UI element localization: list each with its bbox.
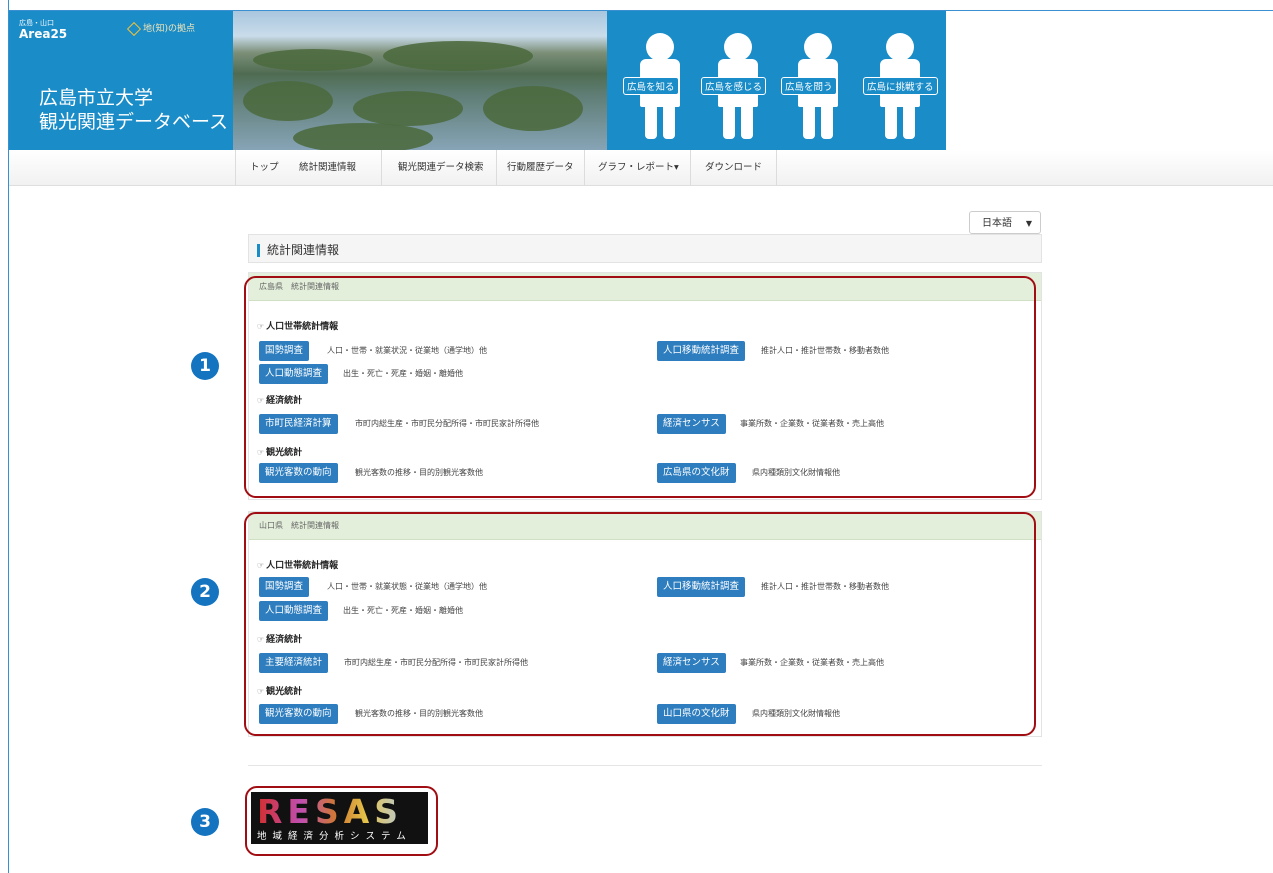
page-title: 統計関連情報 [248, 234, 1042, 263]
nav-divider [381, 150, 382, 185]
nav-download[interactable]: ダウンロード [705, 150, 762, 185]
graduate-icon [886, 33, 914, 61]
figure-feel[interactable]: 広島を感じる [701, 33, 769, 141]
area25-caption: 広島・山口 [19, 19, 54, 27]
highlight-box [244, 512, 1036, 736]
chevron-down-icon: ▾ [674, 162, 679, 173]
figure-ask[interactable]: 広島を問う [781, 33, 849, 141]
highlight-box [244, 276, 1036, 498]
hiroshima-aerial-photo [233, 11, 607, 150]
figure-leg [741, 105, 753, 139]
language-select[interactable]: 日本語 ▼ [969, 211, 1041, 234]
figure-leg [803, 105, 815, 139]
nav-graph-report-label: グラフ・レポート [598, 162, 675, 173]
figure-label: 広島を知る [623, 77, 679, 95]
callout-3: 3 [191, 808, 219, 836]
nav-divider [496, 150, 497, 185]
figure-label: 広島を感じる [701, 77, 767, 95]
page-title-text: 統計関連情報 [267, 243, 340, 257]
highlight-box [245, 786, 438, 856]
person-icon [804, 33, 832, 61]
nav-divider [776, 150, 777, 185]
area25-logo: Area25 [19, 27, 68, 41]
nav-tourism-search[interactable]: 観光関連データ検索 [398, 150, 484, 185]
site-title-line2: 観光関連データベース [39, 111, 229, 133]
nav-divider [690, 150, 691, 185]
language-value: 日本語 [982, 218, 1012, 229]
island-shape [483, 86, 583, 131]
header-figures: 広島を知る 広島を感じる 広島を問う 広島に挑戦する [607, 11, 946, 150]
chinochi-logo: 地(知)の拠点 [126, 21, 196, 36]
chinochi-text: 地(知)の拠点 [143, 24, 196, 34]
main-nav: トップ 統計関連情報 観光関連データ検索 行動履歴データ グラフ・レポート▾ ダ… [9, 150, 1273, 186]
nav-top[interactable]: トップ [250, 150, 279, 185]
island-shape [383, 41, 533, 71]
figure-leg [663, 105, 675, 139]
figure-know[interactable]: 広島を知る [623, 33, 691, 141]
island-shape [253, 49, 373, 71]
callout-1: 1 [191, 352, 219, 380]
nav-behavior-data[interactable]: 行動履歴データ [507, 150, 574, 185]
island-shape [353, 91, 463, 126]
nav-divider [235, 150, 236, 185]
dropdown-arrow-icon: ▼ [1025, 219, 1032, 228]
nav-graph-report[interactable]: グラフ・レポート▾ [598, 150, 679, 185]
person-icon [724, 33, 752, 61]
figure-leg [821, 105, 833, 139]
site-header: 広島・山口 Area25 地(知)の拠点 広島市立大学 観光関連データベース 広… [9, 11, 1273, 150]
figure-label: 広島に挑戦する [863, 77, 938, 95]
island-shape [243, 81, 333, 121]
site-title-line1: 広島市立大学 [39, 87, 154, 109]
nav-statistics[interactable]: 統計関連情報 [299, 150, 356, 185]
nav-divider [584, 150, 585, 185]
figure-leg [723, 105, 735, 139]
diamond-icon [126, 21, 142, 36]
title-accent-bar [257, 244, 260, 257]
figure-challenge[interactable]: 広島に挑戦する [863, 33, 938, 141]
figure-label: 広島を問う [781, 77, 837, 95]
person-icon [646, 33, 674, 61]
island-shape [293, 123, 433, 150]
brand-block[interactable]: 広島・山口 Area25 地(知)の拠点 広島市立大学 観光関連データベース [9, 11, 233, 150]
section-divider [248, 765, 1042, 766]
figure-leg [903, 105, 915, 139]
callout-2: 2 [191, 578, 219, 606]
figure-leg [885, 105, 897, 139]
figure-leg [645, 105, 657, 139]
